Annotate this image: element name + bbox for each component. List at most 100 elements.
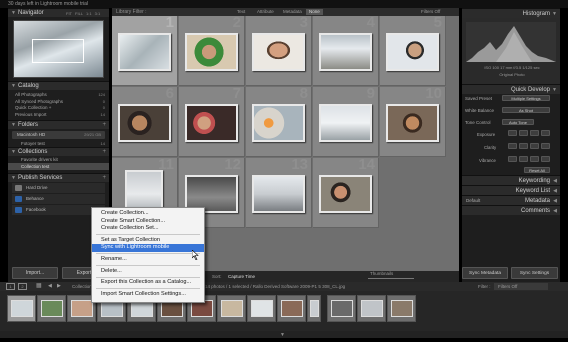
- photo-thumbnail: [386, 33, 439, 71]
- menu-item-import-smart-collection-settings[interactable]: Import Smart Collection Settings...: [92, 291, 204, 299]
- forward-arrow-icon[interactable]: ▶: [57, 282, 61, 291]
- exposure-decrease-button[interactable]: [508, 130, 517, 136]
- library-filter-label: Library Filter :: [116, 9, 147, 15]
- saved-preset-select[interactable]: Multiple Settings: [502, 95, 550, 101]
- filmstrip-thumb[interactable]: [37, 295, 66, 322]
- menu-item-delete[interactable]: Delete...: [92, 268, 204, 276]
- keyword-list-header[interactable]: Keyword List ◀: [462, 185, 560, 195]
- catalog-item-all-synced[interactable]: All Synced Photographs 0: [8, 99, 109, 106]
- vibrance-increase-small-button[interactable]: [530, 156, 539, 162]
- catalog-item-count: 0: [102, 105, 105, 111]
- comments-header[interactable]: Comments ◀: [462, 205, 560, 215]
- right-panel: Histogram ▼ ISO 100 17 mm f/3.5 1/125 se…: [462, 8, 560, 282]
- navigator-header[interactable]: ▼ Navigator FIT FILL 1:1 3:1: [8, 8, 109, 17]
- menu-item-set-as-target[interactable]: Set as Target Collection: [92, 237, 204, 245]
- menu-item-export-as-catalog[interactable]: Export this Collection as a Catalog...: [92, 279, 204, 287]
- collection-item-favorite[interactable]: Favorite drivers kit: [8, 156, 109, 163]
- service-label: Facebook: [26, 207, 46, 213]
- catalog-item-quick-collection[interactable]: Quick Collection + 0: [8, 105, 109, 112]
- grid-cell[interactable]: 6: [112, 85, 178, 157]
- grid-cell[interactable]: 2: [179, 14, 245, 86]
- grid-cell[interactable]: 10: [380, 85, 446, 157]
- grid-cell[interactable]: 3: [246, 14, 312, 86]
- quick-develop-header[interactable]: Quick Develop ▼: [462, 84, 560, 94]
- grid-cell[interactable]: 7: [179, 85, 245, 157]
- menu-item-rename[interactable]: Rename...: [92, 256, 204, 264]
- page1-button[interactable]: 1: [6, 283, 15, 290]
- add-service-icon[interactable]: +: [102, 174, 106, 183]
- navigator-zoom-options[interactable]: FIT FILL 1:1 3:1: [66, 9, 100, 18]
- publish-services-header[interactable]: ▼ Publish Services +: [8, 173, 109, 183]
- grid-cell[interactable]: 9: [313, 85, 379, 157]
- mouse-pointer-icon: [192, 250, 199, 260]
- catalog-header[interactable]: ▼ Catalog: [8, 81, 109, 90]
- thumbnail-size-slider[interactable]: [368, 278, 414, 279]
- filter-tab-attribute[interactable]: Attribute: [254, 9, 277, 15]
- keywording-header[interactable]: Keywording ◀: [462, 175, 560, 185]
- histogram-header[interactable]: Histogram ▼: [462, 8, 560, 18]
- filmstrip-thumb[interactable]: [327, 295, 356, 322]
- import-button[interactable]: Import...: [12, 267, 58, 279]
- folders-header[interactable]: ▼ Folders +: [8, 120, 109, 130]
- back-arrow-icon[interactable]: ◀: [48, 282, 52, 291]
- menu-item-create-collection[interactable]: Create Collection...: [92, 210, 204, 218]
- exposure-decrease-small-button[interactable]: [519, 130, 528, 136]
- menu-separator: [96, 288, 200, 290]
- sync-settings-button[interactable]: Sync Settings: [511, 267, 558, 279]
- grid-cell[interactable]: 13: [246, 156, 312, 228]
- service-hard-drive[interactable]: Hard Drive: [12, 183, 105, 194]
- photo-thumbnail: [319, 104, 372, 142]
- sync-metadata-button[interactable]: Sync Metadata: [462, 267, 508, 279]
- clarity-decrease-small-button[interactable]: [519, 143, 528, 149]
- exposure-increase-small-button[interactable]: [530, 130, 539, 136]
- reset-all-button[interactable]: Reset All: [524, 167, 550, 173]
- filmstrip-thumb[interactable]: [387, 295, 416, 322]
- service-behance[interactable]: Behance: [12, 194, 105, 205]
- white-balance-select[interactable]: As Shot: [502, 107, 550, 113]
- menu-item-create-collection-set[interactable]: Create Collection Set...: [92, 225, 204, 233]
- filmstrip-thumb[interactable]: [247, 295, 276, 322]
- collections-header[interactable]: ▼ Collections +: [8, 147, 109, 157]
- grid-cell[interactable]: 8: [246, 85, 312, 157]
- drive-row[interactable]: Macintosh HD 29/21 GB: [12, 131, 105, 140]
- exposure-row: Exposure: [462, 127, 560, 140]
- catalog-item-previous-import[interactable]: Previous Import 14: [8, 112, 109, 119]
- photo-thumbnail: [185, 33, 238, 71]
- grid-view-icon[interactable]: ▦: [36, 282, 42, 291]
- auto-tone-button[interactable]: Auto Tone: [502, 119, 534, 125]
- filmstrip-thumb[interactable]: [277, 295, 306, 322]
- filmstrip-thumb[interactable]: [357, 295, 386, 322]
- menu-item-sync-lightroom-mobile[interactable]: Sync with Lightroom mobile: [92, 244, 204, 252]
- metadata-header[interactable]: Default Metadata ◀: [462, 195, 560, 205]
- grid-cell[interactable]: 1: [112, 14, 178, 86]
- filmstrip-thumb[interactable]: [217, 295, 246, 322]
- grid-cell[interactable]: 5: [380, 14, 446, 86]
- folder-row[interactable]: Fotoyer test 14: [8, 140, 109, 147]
- catalog-item-label: Previous Import: [15, 111, 47, 117]
- folder-label: Fotoyer test: [21, 141, 45, 147]
- vibrance-increase-button[interactable]: [541, 156, 550, 162]
- exposure-increase-button[interactable]: [541, 130, 550, 136]
- page2-button[interactable]: 2: [18, 283, 27, 290]
- menu-item-create-smart-collection[interactable]: Create Smart Collection...: [92, 218, 204, 226]
- collapse-filmstrip-icon[interactable]: ▼: [280, 332, 285, 338]
- filmstrip-filter-select[interactable]: Filters Off: [494, 283, 548, 290]
- clarity-increase-small-button[interactable]: [530, 143, 539, 149]
- vibrance-decrease-button[interactable]: [508, 156, 517, 162]
- clarity-decrease-button[interactable]: [508, 143, 517, 149]
- navigator-preview[interactable]: [13, 20, 104, 78]
- collection-item-collection-test[interactable]: Collection test: [8, 163, 109, 171]
- grid-cell[interactable]: 14: [313, 156, 379, 228]
- grid-cell[interactable]: 4: [313, 14, 379, 86]
- clarity-increase-button[interactable]: [541, 143, 550, 149]
- catalog-item-all-photographs[interactable]: All Photographs 124: [8, 92, 109, 99]
- filmstrip-thumbs: [0, 291, 568, 331]
- right-collapsed-panels: Keywording ◀ Keyword List ◀ Default Metadat…: [462, 175, 560, 215]
- filmstrip-thumb[interactable]: [307, 295, 321, 322]
- sort-value[interactable]: Capture Time: [228, 271, 255, 282]
- vibrance-decrease-small-button[interactable]: [519, 156, 528, 162]
- collapse-triangle-icon: ▼: [11, 122, 16, 129]
- add-folder-icon[interactable]: +: [102, 121, 106, 130]
- filter-tab-none[interactable]: None: [306, 9, 323, 15]
- filmstrip-thumb[interactable]: [7, 295, 36, 322]
